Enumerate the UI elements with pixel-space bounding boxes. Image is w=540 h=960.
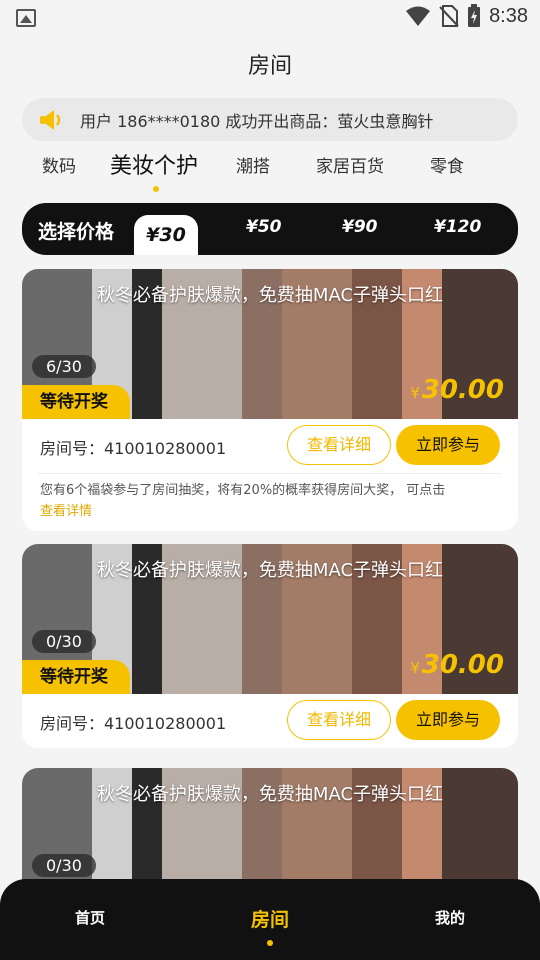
room-price: ¥30.00 xyxy=(410,650,504,680)
tab-home[interactable]: 家居百货 xyxy=(316,152,384,177)
participant-count: 0/30 xyxy=(32,854,96,877)
nav-rooms[interactable]: 房间 xyxy=(251,905,289,932)
view-details-link[interactable]: 查看详情 xyxy=(40,500,502,519)
room-info: 房间号：410010280001 查看详细 立即参与 xyxy=(22,419,518,473)
room-title: 秋冬必备护肤爆款，免费抽MAC子弹头口红 xyxy=(96,285,444,306)
tab-beauty[interactable]: 美妆个护 xyxy=(110,148,198,180)
page-title: 房间 xyxy=(247,54,292,79)
price-option-120[interactable]: ¥120 xyxy=(434,217,481,237)
no-sim-icon xyxy=(439,5,459,27)
room-card[interactable]: 秋冬必备护肤爆款，免费抽MAC子弹头口红 6/30 等待开奖 ¥30.00 房间… xyxy=(22,269,518,531)
room-price: ¥30.00 xyxy=(410,375,504,405)
join-button[interactable]: 立即参与 xyxy=(396,425,500,465)
bottom-nav: 首页 房间 我的 xyxy=(0,879,540,960)
clock: 8:38 xyxy=(489,4,528,27)
room-card[interactable]: 秋冬必备护肤爆款，免费抽MAC子弹头口红 0/30 等待开奖 ¥30.00 房间… xyxy=(22,544,518,748)
room-info: 房间号：410010280001 查看详细 立即参与 xyxy=(22,694,518,748)
odds-note: 您有6个福袋参与了房间抽奖，将有20%的概率获得房间大奖， 可点击 查看详情 xyxy=(38,473,502,531)
price-value: 30.00 xyxy=(421,375,504,405)
price-option-50[interactable]: ¥50 xyxy=(246,217,282,237)
image-icon xyxy=(16,9,36,27)
nav-home[interactable]: 首页 xyxy=(75,907,105,928)
odds-note-text: 您有6个福袋参与了房间抽奖，将有20%的概率获得房间大奖， 可点击 xyxy=(40,483,446,498)
price-option-30[interactable]: ¥30 xyxy=(134,215,198,255)
room-title: 秋冬必备护肤爆款，免费抽MAC子弹头口红 xyxy=(96,560,444,581)
participant-count: 0/30 xyxy=(32,630,96,653)
currency-symbol: ¥ xyxy=(410,384,420,402)
status-badge: 等待开奖 xyxy=(22,385,130,419)
speaker-icon xyxy=(38,108,66,132)
active-tab-indicator xyxy=(153,186,159,192)
category-tabs: 数码 美妆个护 潮搭 家居百货 零食 xyxy=(0,152,540,192)
tab-fashion[interactable]: 潮搭 xyxy=(236,152,270,177)
winner-notice: 用户 186****0180 成功开出商品：萤火虫意胸针 xyxy=(22,98,518,141)
tab-snacks[interactable]: 零食 xyxy=(430,152,464,177)
participant-count: 6/30 xyxy=(32,355,96,378)
currency-symbol: ¥ xyxy=(410,659,420,677)
view-detail-button[interactable]: 查看详细 xyxy=(287,425,391,465)
room-banner: 秋冬必备护肤爆款，免费抽MAC子弹头口红 0/30 等待开奖 ¥30.00 xyxy=(22,544,518,694)
nav-mine[interactable]: 我的 xyxy=(435,907,465,928)
room-banner: 秋冬必备护肤爆款，免费抽MAC子弹头口红 6/30 等待开奖 ¥30.00 xyxy=(22,269,518,419)
room-number: 房间号：410010280001 xyxy=(40,714,227,733)
price-filter-label: 选择价格 xyxy=(38,221,115,243)
price-value: 30.00 xyxy=(421,650,504,680)
battery-icon xyxy=(468,4,481,27)
price-filter: 选择价格 ¥30 ¥50 ¥90 ¥120 xyxy=(22,203,518,255)
tab-digital[interactable]: 数码 xyxy=(42,152,76,177)
active-nav-indicator xyxy=(267,940,273,946)
price-option-90[interactable]: ¥90 xyxy=(342,217,378,237)
wifi-icon xyxy=(406,6,431,26)
room-title: 秋冬必备护肤爆款，免费抽MAC子弹头口红 xyxy=(96,784,444,805)
view-detail-button[interactable]: 查看详细 xyxy=(287,700,391,740)
status-bar: 8:38 xyxy=(0,0,540,36)
room-number: 房间号：410010280001 xyxy=(40,439,227,458)
notice-text: 用户 186****0180 成功开出商品：萤火虫意胸针 xyxy=(80,111,434,131)
join-button[interactable]: 立即参与 xyxy=(396,700,500,740)
status-badge: 等待开奖 xyxy=(22,660,130,694)
